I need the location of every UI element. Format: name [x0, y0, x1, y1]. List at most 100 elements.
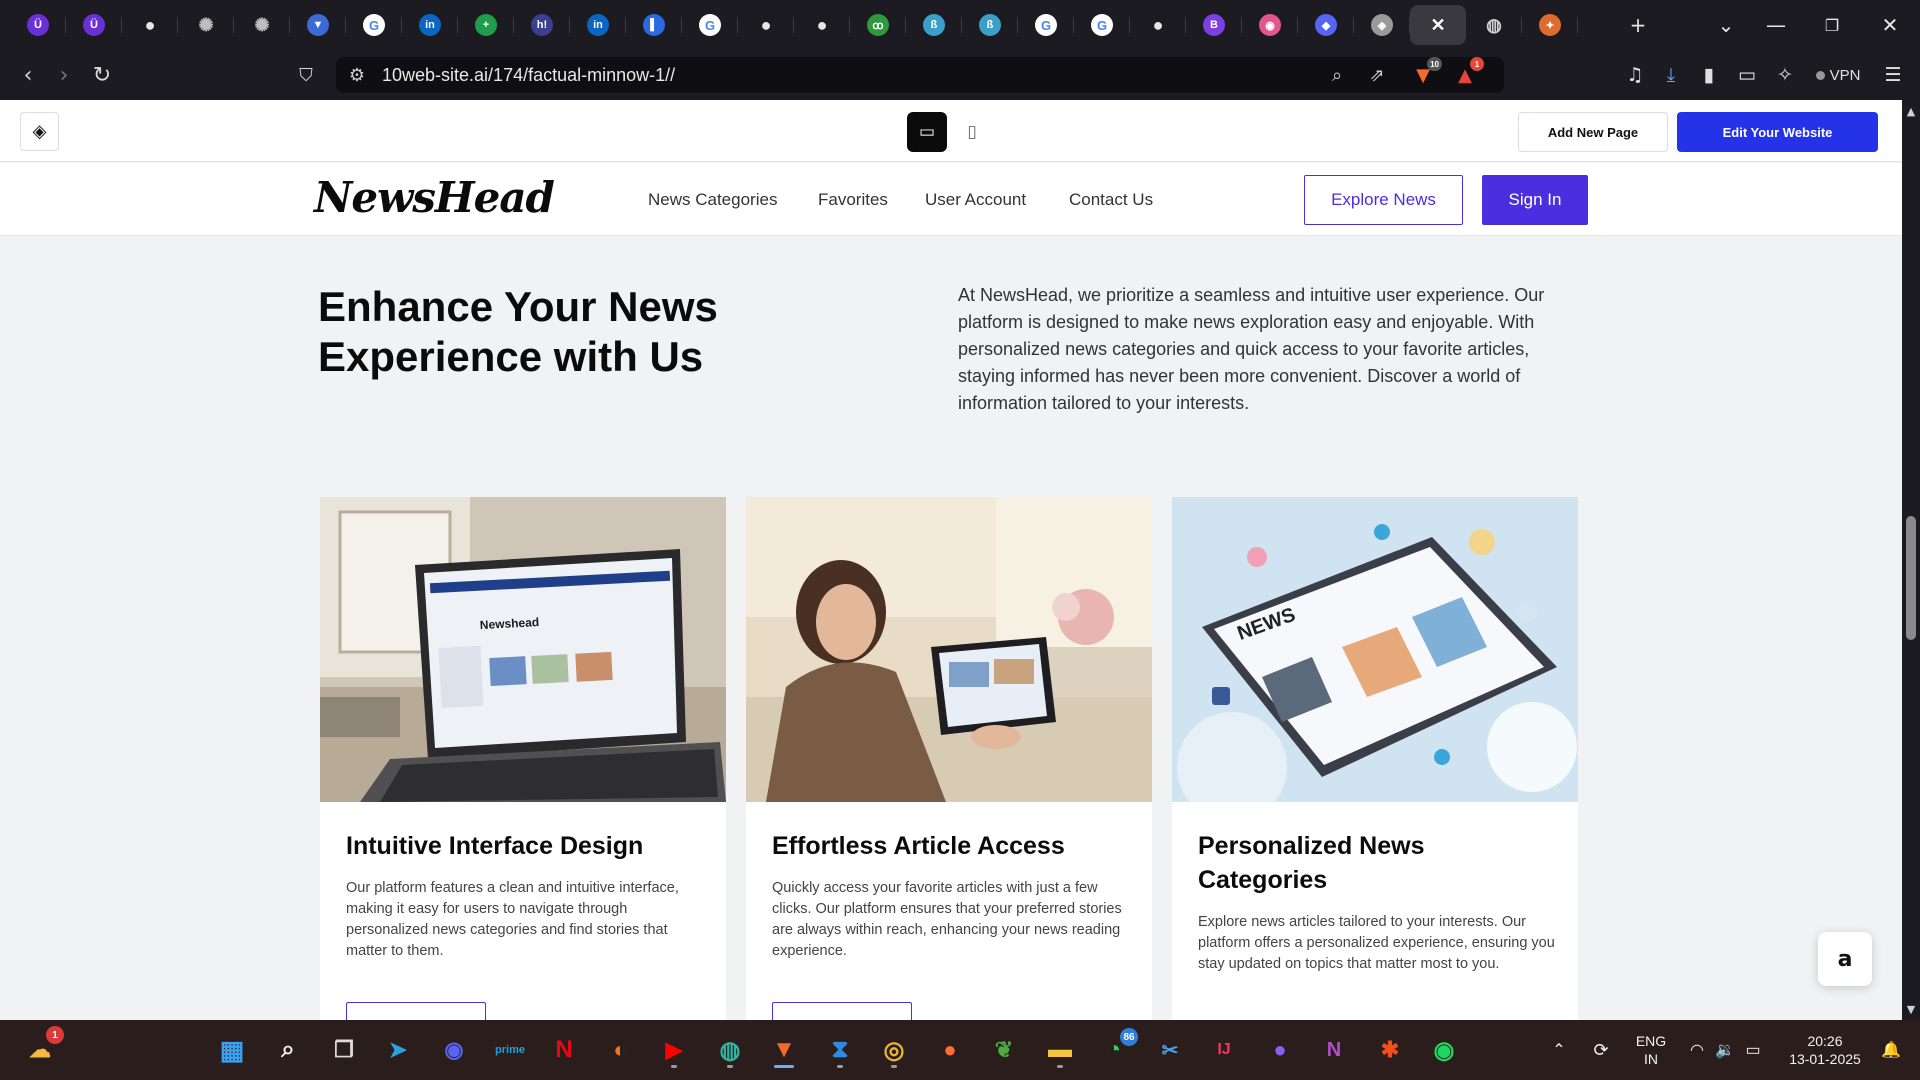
search-icon[interactable]: ⌕ [268, 1030, 308, 1070]
browser-tab[interactable]: G [346, 5, 402, 45]
telegram-icon[interactable]: ➤ [378, 1030, 418, 1070]
reload-icon[interactable]: ↻ [84, 50, 120, 100]
card-learn-more-button[interactable] [346, 1002, 486, 1020]
nav-user-account[interactable]: User Account [925, 190, 1026, 210]
tray-overflow-icon[interactable]: ⌃ [1544, 1020, 1574, 1080]
sidebar-icon[interactable]: ▮ [1692, 50, 1726, 100]
browser-tab[interactable]: ✺ [234, 5, 290, 45]
card-learn-more-button[interactable] [772, 1002, 912, 1020]
browser-tab[interactable]: in [402, 5, 458, 45]
netflix-icon[interactable]: N [544, 1030, 584, 1070]
vscode-icon[interactable]: ⧗ [820, 1030, 860, 1070]
mobile-view-icon[interactable]: ▯ [952, 112, 992, 152]
youtube-icon[interactable]: ▶ [654, 1030, 694, 1070]
crunchyroll-icon[interactable]: ◐ [600, 1030, 640, 1070]
onenote-icon[interactable]: N [1314, 1030, 1354, 1070]
browser-tab[interactable]: + [458, 5, 514, 45]
sync-icon[interactable]: ⟳ [1586, 1020, 1616, 1080]
volume-icon[interactable]: 🔉 [1712, 1020, 1738, 1080]
discord-icon[interactable]: ◉ [434, 1030, 474, 1070]
scroll-up-icon[interactable]: ▲ [1902, 102, 1920, 120]
github-desktop-icon[interactable]: ● [1260, 1030, 1300, 1070]
browser-tab[interactable]: ✺ [178, 5, 234, 45]
browser-tab[interactable]: ◉ [1242, 5, 1298, 45]
whatsapp-icon[interactable]: ◔ 86 [1094, 1028, 1138, 1070]
wallet-icon[interactable]: ▭ [1730, 50, 1764, 100]
tenweb-logo-icon[interactable]: ◈ [20, 112, 59, 151]
site-info-icon[interactable]: ⚙ [342, 57, 372, 93]
start-menu-icon[interactable]: ▦ [212, 1030, 252, 1070]
browser-tab[interactable]: ▼ [290, 5, 346, 45]
browser-tab[interactable]: B [1186, 5, 1242, 45]
browser-tab[interactable]: ◈ [1354, 5, 1410, 45]
language-indicator[interactable]: ENG IN [1626, 1020, 1676, 1080]
browser-tab[interactable]: ● [1130, 5, 1186, 45]
browser-tab[interactable]: ß [906, 5, 962, 45]
browser-tab-active[interactable]: ✕ [1410, 5, 1466, 45]
browser-tab[interactable]: ▌ [626, 5, 682, 45]
chrome-icon[interactable]: ◎ [874, 1030, 914, 1070]
nav-news-categories[interactable]: News Categories [648, 190, 777, 210]
spotify-icon[interactable]: ◉ [1424, 1030, 1464, 1070]
intellij-icon[interactable]: IJ [1204, 1030, 1244, 1070]
chat-assistant-button[interactable]: a [1818, 932, 1872, 986]
minimize-icon[interactable]: — [1756, 0, 1796, 50]
url-text[interactable]: 10web-site.ai/174/factual-minnow-1// [382, 65, 675, 86]
browser-tab[interactable]: G [1018, 5, 1074, 45]
nav-favorites[interactable]: Favorites [818, 190, 888, 210]
page-scrollbar[interactable]: ▲ ▼ [1902, 100, 1920, 1020]
file-explorer-icon[interactable]: ▬ [1040, 1030, 1080, 1070]
mongodb-compass-icon[interactable]: ❦ [984, 1030, 1024, 1070]
browser-tab[interactable]: ß [962, 5, 1018, 45]
leo-ai-icon[interactable]: ✧ [1768, 50, 1802, 100]
close-tab-icon[interactable]: ✕ [1427, 14, 1449, 36]
add-new-page-button[interactable]: Add New Page [1518, 112, 1668, 152]
download-icon[interactable]: ⤓ [1654, 50, 1688, 100]
prime-video-icon[interactable]: prime [490, 1030, 530, 1070]
browser-tab[interactable]: G [1074, 5, 1130, 45]
browser-tab[interactable]: ꝏ [850, 5, 906, 45]
zoom-icon[interactable]: ⌕ [1322, 57, 1352, 93]
edit-website-button[interactable]: Edit Your Website [1677, 112, 1878, 152]
media-icon[interactable]: ♫ [1618, 50, 1652, 100]
browser-tab[interactable]: ● [738, 5, 794, 45]
brave-rewards-icon[interactable]: ▲ 1 [1450, 57, 1484, 93]
restore-icon[interactable]: ❐ [1812, 0, 1852, 50]
task-view-icon[interactable]: ❐ [324, 1030, 364, 1070]
browser-tab[interactable]: ✦ [1522, 5, 1578, 45]
clock[interactable]: 20:26 13-01-2025 [1778, 1020, 1872, 1080]
menu-icon[interactable]: ☰ [1876, 50, 1910, 100]
browser-tab[interactable]: h! [514, 5, 570, 45]
tab-search-icon[interactable]: ⌄ [1706, 0, 1746, 50]
wifi-icon[interactable]: ◠ [1684, 1020, 1710, 1080]
notification-bell-icon[interactable]: 🔔 [1876, 1020, 1906, 1080]
edge-icon[interactable]: ◍ [710, 1030, 750, 1070]
browser-tab[interactable]: ◍ [1466, 5, 1522, 45]
browser-tab[interactable]: ● [122, 5, 178, 45]
sign-in-button[interactable]: Sign In [1482, 175, 1588, 225]
figma-icon[interactable]: ✱ [1370, 1030, 1410, 1070]
new-tab-button[interactable]: + [1618, 0, 1658, 50]
site-logo[interactable]: NewsHead [314, 173, 555, 222]
browser-tab[interactable]: G [682, 5, 738, 45]
scrollbar-thumb[interactable] [1906, 516, 1916, 640]
browser-tab[interactable]: in [570, 5, 626, 45]
browser-tab[interactable]: Ü [10, 5, 66, 45]
brave-icon[interactable]: ▼ [764, 1030, 804, 1070]
weather-icon[interactable]: ☁ 1 [20, 1026, 64, 1070]
back-icon[interactable]: ‹ [10, 50, 46, 100]
explore-news-button[interactable]: Explore News [1304, 175, 1463, 225]
vpn-button[interactable]: VPN [1808, 50, 1868, 100]
postman-icon[interactable]: ● [930, 1030, 970, 1070]
scroll-down-icon[interactable]: ▼ [1902, 1000, 1920, 1018]
nav-contact-us[interactable]: Contact Us [1069, 190, 1153, 210]
browser-tab[interactable]: ◆ [1298, 5, 1354, 45]
bookmark-icon[interactable]: ⛉ [288, 50, 324, 100]
desktop-view-icon[interactable]: ▭ [907, 112, 947, 152]
share-icon[interactable]: ⇗ [1362, 57, 1392, 93]
close-window-icon[interactable]: ✕ [1870, 0, 1910, 50]
address-bar[interactable]: ⚙ 10web-site.ai/174/factual-minnow-1// ⌕… [336, 57, 1504, 93]
browser-tab[interactable]: Ü [66, 5, 122, 45]
snipping-tool-icon[interactable]: ✂ [1150, 1030, 1190, 1070]
brave-shields-icon[interactable]: ▼ 10 [1408, 57, 1442, 93]
